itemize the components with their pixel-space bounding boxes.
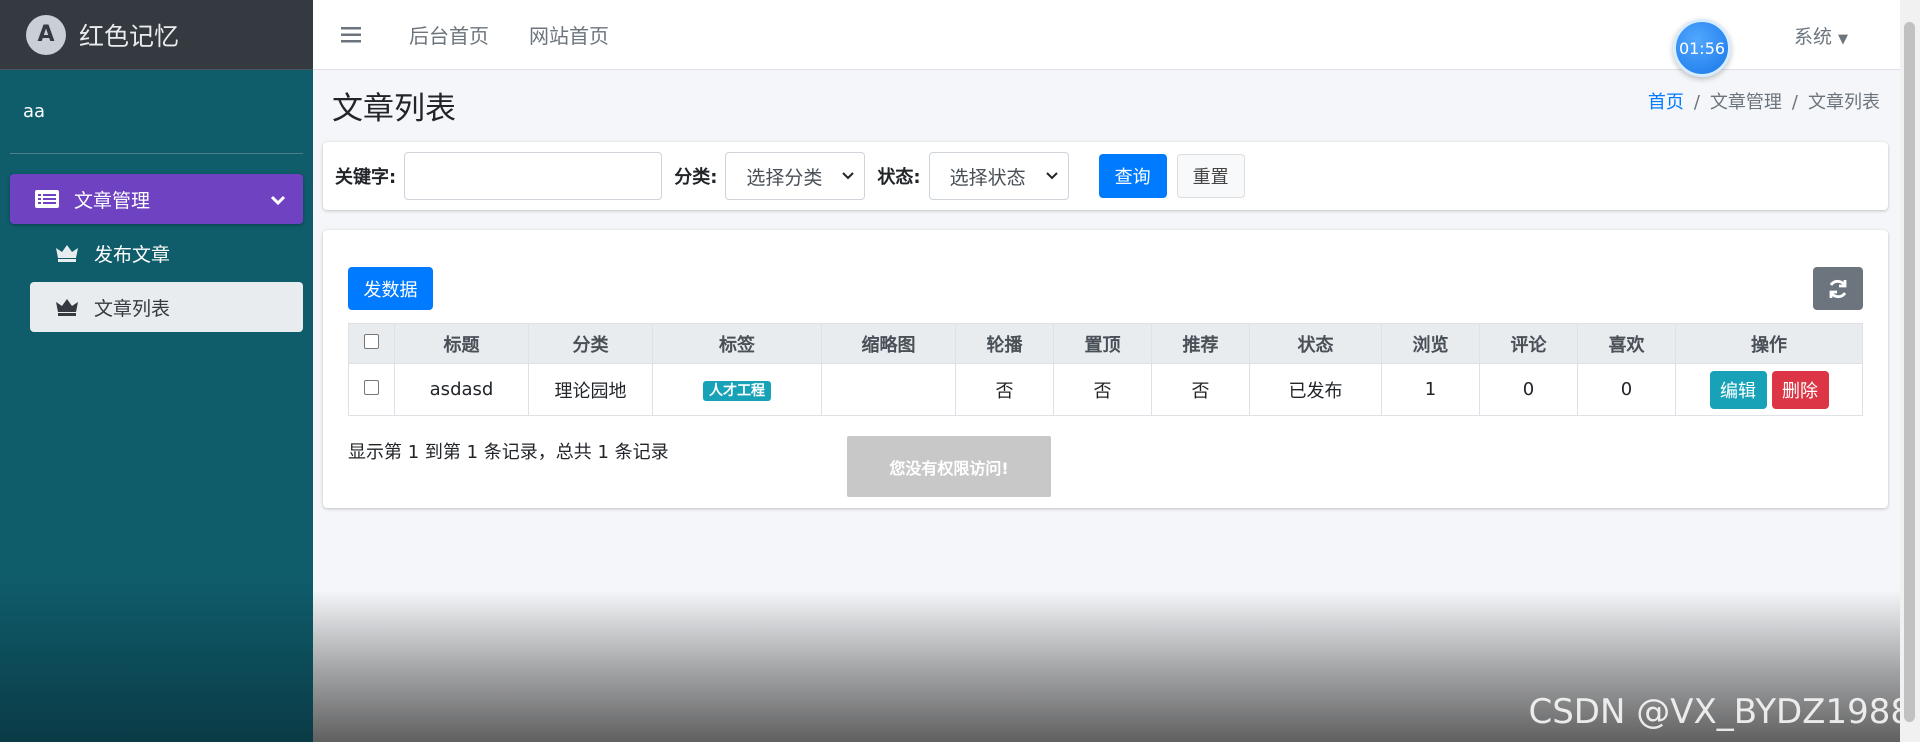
sidebar-item-label: 发布文章 <box>94 243 171 266</box>
breadcrumb-home[interactable]: 首页 <box>1648 92 1684 113</box>
cell-carousel: 否 <box>955 363 1054 416</box>
hamburger-menu-icon[interactable] <box>341 21 369 49</box>
refresh-button[interactable] <box>1813 267 1863 310</box>
sidebar: A 红色记忆 aa 文章管理 发布文章 文章列表 <box>0 0 313 742</box>
column-header[interactable]: 推荐 <box>1151 323 1250 364</box>
select-all-cell <box>348 323 395 364</box>
keyword-label: 关键字: <box>335 167 397 188</box>
category-select[interactable]: 选择分类 <box>725 152 866 200</box>
sidebar-item-label: 文章管理 <box>74 189 151 212</box>
cell-tag: 人才工程 <box>652 363 822 416</box>
add-data-button[interactable]: 发数据 <box>348 267 433 310</box>
query-button[interactable]: 查询 <box>1098 154 1167 198</box>
column-header[interactable]: 缩略图 <box>821 323 956 364</box>
sidebar-item-article-list[interactable]: 文章列表 <box>30 282 303 332</box>
caret-down-icon: ▼ <box>1838 32 1848 47</box>
sidebar-item-publish-article[interactable]: 发布文章 <box>30 228 303 278</box>
select-all-checkbox[interactable] <box>364 334 379 349</box>
cell-title: asdasd <box>394 363 529 416</box>
category-select-value: 选择分类 <box>746 166 823 189</box>
article-table-card: 发数据 标题 分类 标签 缩略图 轮播 置顶 推荐 状态 浏览 评论 喜欢 操作 <box>323 230 1888 508</box>
sidebar-nav: 文章管理 发布文章 文章列表 <box>0 154 313 332</box>
column-header[interactable]: 置顶 <box>1053 323 1152 364</box>
system-dropdown[interactable]: 系统 ▼ <box>1794 22 1848 49</box>
column-header[interactable]: 评论 <box>1479 323 1578 364</box>
refresh-icon <box>1829 279 1847 298</box>
column-header[interactable]: 喜欢 <box>1577 323 1676 364</box>
row-checkbox[interactable] <box>364 380 379 395</box>
list-icon <box>34 190 60 208</box>
cell-category: 理论园地 <box>528 363 653 416</box>
chevron-down-icon <box>842 169 855 184</box>
edit-button[interactable]: 编辑 <box>1709 370 1767 409</box>
nav-link-site-home[interactable]: 网站首页 <box>529 20 609 49</box>
watermark: CSDN @VX_BYDZ1988 <box>1528 692 1912 732</box>
column-header[interactable]: 标题 <box>394 323 529 364</box>
filter-bar: 关键字: 分类: 选择分类 状态: 选择状态 查询 重置 <box>323 142 1888 210</box>
timer-badge[interactable]: 01:56 <box>1673 19 1731 77</box>
top-navbar: 后台首页 网站首页 01:56 系统 ▼ <box>313 0 1900 77</box>
user-panel: aa <box>10 70 303 154</box>
column-header[interactable]: 浏览 <box>1381 323 1480 364</box>
crown-icon <box>54 244 80 262</box>
nav-link-admin-home[interactable]: 后台首页 <box>409 20 489 49</box>
table-row: asdasd 理论园地 人才工程 否 否 否 已发布 1 0 0 编辑 删除 <box>348 363 1863 416</box>
crown-icon <box>54 298 80 316</box>
sidebar-item-label: 文章列表 <box>94 297 171 320</box>
column-header: 操作 <box>1675 323 1863 364</box>
keyword-input[interactable] <box>404 152 663 200</box>
pagination-info: 显示第 1 到第 1 条记录，总共 1 条记录 <box>348 442 669 463</box>
status-select[interactable]: 选择状态 <box>928 152 1069 200</box>
category-label: 分类: <box>674 167 718 188</box>
page-scrollbar[interactable] <box>1900 0 1920 742</box>
user-name[interactable]: aa <box>23 101 45 122</box>
chevron-down-icon <box>270 190 286 209</box>
cell-top: 否 <box>1053 363 1152 416</box>
column-header[interactable]: 标签 <box>652 323 822 364</box>
cell-likes: 0 <box>1577 363 1676 416</box>
cell-actions: 编辑 删除 <box>1675 363 1863 416</box>
breadcrumb: 首页 / 文章管理 / 文章列表 <box>1647 92 1880 113</box>
reset-button[interactable]: 重置 <box>1176 154 1245 198</box>
permission-toast: 您没有权限访问! <box>847 436 1051 497</box>
cell-recommend: 否 <box>1151 363 1250 416</box>
system-dropdown-label: 系统 <box>1793 26 1832 48</box>
row-select-cell <box>348 363 395 416</box>
column-header[interactable]: 状态 <box>1249 323 1382 364</box>
cell-status: 已发布 <box>1249 363 1382 416</box>
brand-logo-icon: A <box>26 14 66 55</box>
sidebar-item-article-management[interactable]: 文章管理 <box>10 174 303 224</box>
article-table: 标题 分类 标签 缩略图 轮播 置顶 推荐 状态 浏览 评论 喜欢 操作 asd… <box>348 323 1863 416</box>
table-header-row: 标题 分类 标签 缩略图 轮播 置顶 推荐 状态 浏览 评论 喜欢 操作 <box>348 323 1863 364</box>
chevron-down-icon <box>1045 169 1058 184</box>
status-select-value: 选择状态 <box>949 166 1026 189</box>
status-label: 状态: <box>877 167 921 188</box>
cell-comments: 0 <box>1479 363 1578 416</box>
brand-link[interactable]: A 红色记忆 <box>0 0 313 70</box>
column-header[interactable]: 轮播 <box>955 323 1054 364</box>
breadcrumb-article-management: 文章管理 <box>1709 92 1782 113</box>
sidebar-submenu: 发布文章 文章列表 <box>30 228 303 332</box>
delete-button[interactable]: 删除 <box>1771 370 1829 409</box>
cell-thumbnail <box>821 363 956 416</box>
tag-badge: 人才工程 <box>703 381 771 401</box>
page-title: 文章列表 <box>332 91 456 127</box>
scrollbar-thumb[interactable] <box>1904 22 1915 722</box>
brand-name: 红色记忆 <box>79 21 180 51</box>
cell-views: 1 <box>1381 363 1480 416</box>
breadcrumb-article-list: 文章列表 <box>1808 92 1880 113</box>
column-header[interactable]: 分类 <box>528 323 653 364</box>
